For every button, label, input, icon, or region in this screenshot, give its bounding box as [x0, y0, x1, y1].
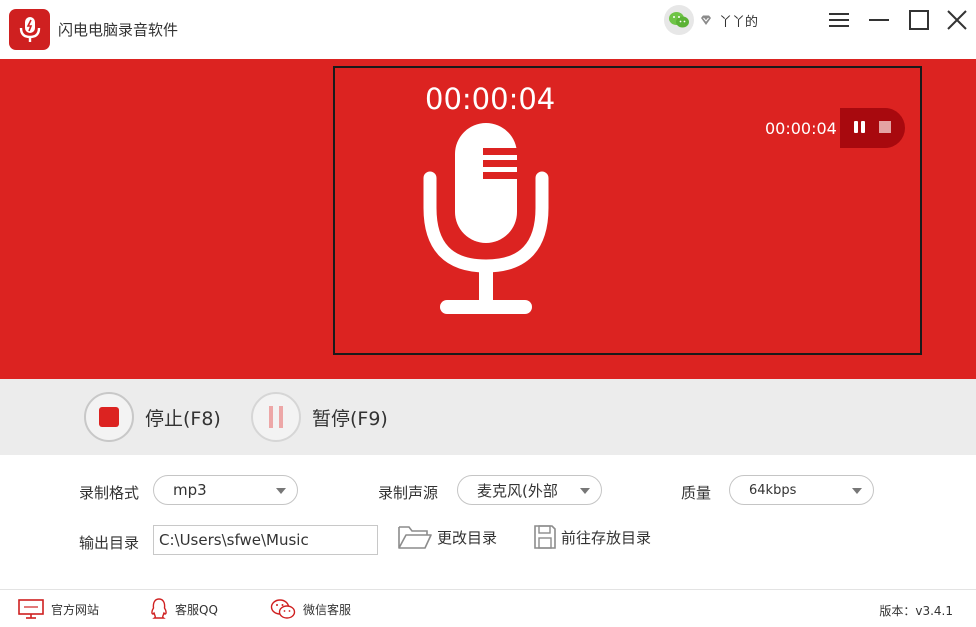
- stop-icon: [879, 120, 891, 133]
- close-icon: [947, 10, 967, 30]
- qq-label: 客服QQ: [175, 602, 218, 617]
- floating-timer: 00:00:04: [765, 119, 837, 138]
- change-dir-button[interactable]: 更改目录: [397, 522, 497, 552]
- settings-panel: 录制格式 mp3 录制声源 麦克风(外部 质量 64kbps 输出目录 更改目录…: [0, 455, 976, 589]
- quality-select[interactable]: 64kbps: [729, 475, 874, 505]
- stop-round-icon: [84, 392, 134, 442]
- floating-controls: [840, 108, 905, 148]
- pause-label: 暂停(F9): [312, 407, 388, 430]
- title-bar: 闪电电脑录音软件 丫丫的: [0, 0, 976, 59]
- monitor-icon: [18, 599, 44, 619]
- minimize-button[interactable]: [866, 7, 892, 33]
- qq-penguin-icon: [151, 598, 167, 619]
- close-button[interactable]: [944, 7, 970, 33]
- open-dir-label: 前往存放目录: [561, 528, 652, 547]
- elapsed-timer: 00:00:04: [425, 82, 556, 116]
- website-label: 官方网站: [51, 602, 100, 617]
- website-link[interactable]: 官方网站: [18, 598, 99, 620]
- pause-icon: [854, 120, 865, 133]
- change-dir-label: 更改目录: [437, 528, 498, 547]
- open-dir-button[interactable]: 前往存放目录: [533, 522, 651, 552]
- source-value: 麦克风(外部: [477, 481, 558, 500]
- chevron-down-icon: [276, 488, 286, 494]
- recording-preview: 00:00:04 00:00:04: [333, 66, 922, 355]
- quality-value: 64kbps: [749, 482, 797, 498]
- format-select[interactable]: mp3: [153, 475, 298, 505]
- wechat-support-link[interactable]: 微信客服: [270, 598, 351, 620]
- qq-support-link[interactable]: 客服QQ: [150, 598, 218, 620]
- user-name: 丫丫的: [719, 14, 759, 30]
- folder-icon: [398, 526, 432, 549]
- floating-recorder: 00:00:04: [765, 108, 905, 148]
- output-label: 输出目录: [79, 534, 140, 552]
- save-disk-icon: [534, 525, 556, 549]
- footer: 官方网站 客服QQ 微信客服 版本：v3.4.1: [0, 589, 976, 627]
- floating-stop-button[interactable]: [878, 119, 892, 138]
- format-label: 录制格式: [79, 484, 140, 502]
- format-value: mp3: [173, 481, 207, 499]
- chevron-down-icon: [580, 488, 590, 494]
- vip-diamond-icon: [700, 14, 712, 26]
- wechat-icon: [270, 599, 296, 619]
- app-logo-icon: [9, 9, 50, 50]
- source-select[interactable]: 麦克风(外部: [457, 475, 602, 505]
- user-account[interactable]: 丫丫的: [664, 5, 758, 35]
- pause-button[interactable]: 暂停(F9): [251, 392, 388, 442]
- wechat-label: 微信客服: [303, 602, 352, 617]
- pause-round-icon: [251, 392, 301, 442]
- recording-stage: 00:00:04 00:00:04: [0, 59, 976, 379]
- wechat-avatar-icon: [664, 5, 694, 35]
- menu-button[interactable]: [826, 7, 852, 33]
- stop-label: 停止(F8): [145, 407, 221, 430]
- source-label: 录制声源: [378, 484, 439, 502]
- output-path-input[interactable]: [153, 525, 378, 555]
- maximize-button[interactable]: [906, 7, 932, 33]
- microphone-icon: [422, 118, 550, 320]
- chevron-down-icon: [852, 488, 862, 494]
- floating-pause-button[interactable]: [853, 119, 867, 138]
- app-title: 闪电电脑录音软件: [58, 21, 179, 39]
- quality-label: 质量: [681, 484, 712, 502]
- version-text: 版本：v3.4.1: [879, 604, 953, 618]
- minimize-icon: [869, 19, 889, 21]
- hamburger-icon: [829, 13, 849, 27]
- control-strip: 停止(F8) 暂停(F9): [0, 379, 976, 455]
- maximize-icon: [909, 10, 929, 30]
- stop-button[interactable]: 停止(F8): [84, 392, 221, 442]
